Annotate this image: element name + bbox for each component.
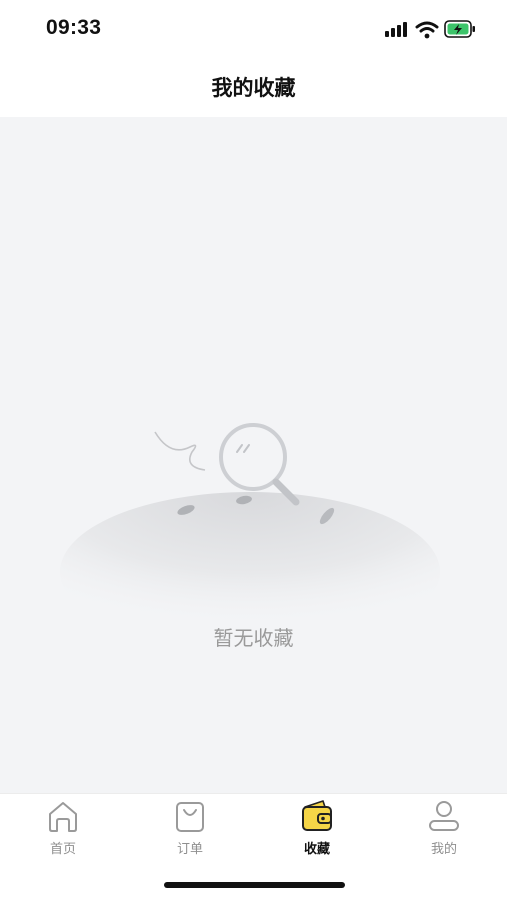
home-icon <box>49 802 77 832</box>
favorites-content: 暂无收藏 <box>0 117 507 793</box>
shopping-bag-icon <box>176 802 204 832</box>
tab-profile[interactable]: 我的 <box>381 798 507 860</box>
thread-curve <box>154 431 206 471</box>
wifi-icon <box>415 21 439 39</box>
tab-orders[interactable]: 订单 <box>127 798 253 860</box>
page-header: 我的收藏 <box>0 60 507 117</box>
battery-charging-icon <box>444 20 475 38</box>
home-indicator[interactable] <box>164 882 345 888</box>
tab-label: 我的 <box>430 842 457 857</box>
empty-message: 暂无收藏 <box>213 626 294 650</box>
signal-icon <box>385 22 407 37</box>
tab-label: 首页 <box>49 842 76 857</box>
page-title: 我的收藏 <box>211 76 296 100</box>
status-icons <box>385 18 477 42</box>
wallet-icon <box>302 800 332 831</box>
tab-home[interactable]: 首页 <box>0 798 126 860</box>
tab-label: 收藏 <box>303 842 330 857</box>
magnifier-icon <box>219 423 300 506</box>
tab-label: 订单 <box>176 842 203 857</box>
status-icons-svg <box>385 20 475 39</box>
user-icon <box>429 801 459 831</box>
tab-favorites[interactable]: 收藏 <box>254 798 380 860</box>
status-time: 09:33 <box>46 16 102 39</box>
mound-shape <box>60 492 440 622</box>
tab-bar: 首页 订单 收藏 我的 <box>0 793 507 901</box>
empty-search-illustration <box>60 423 440 622</box>
status-bar: 09:33 <box>0 0 507 60</box>
